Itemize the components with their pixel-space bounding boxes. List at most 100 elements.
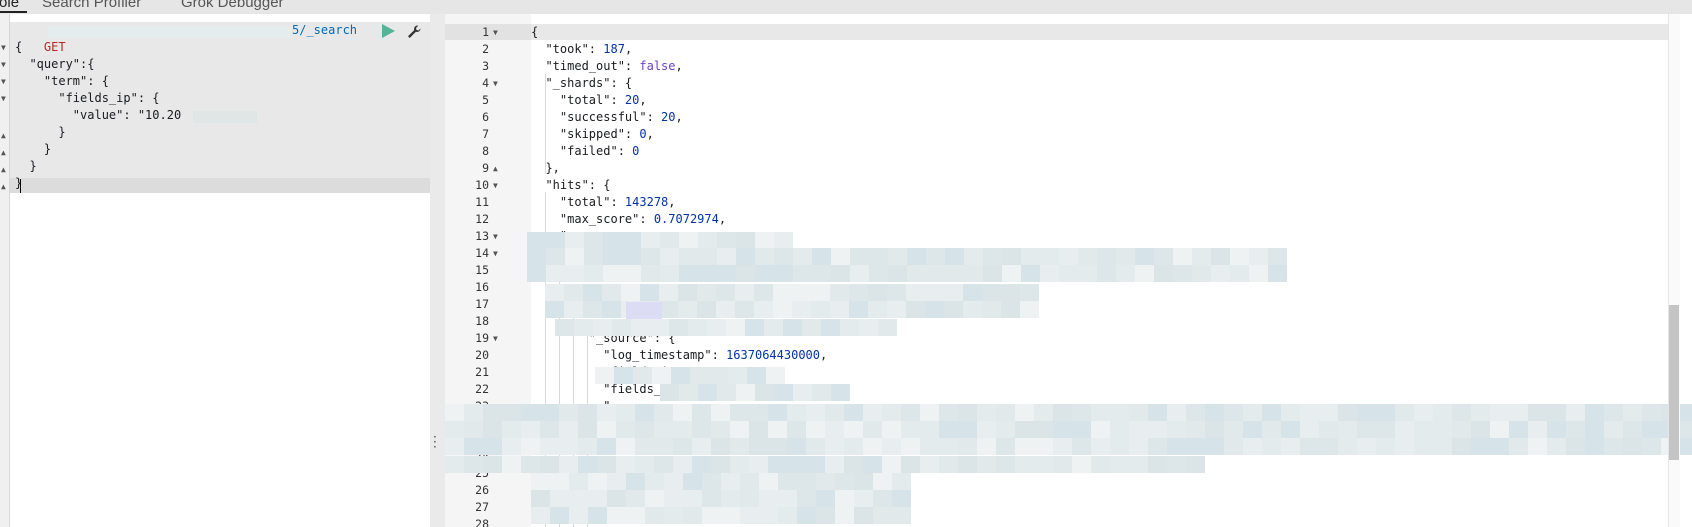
json-punctuation: , [624, 42, 633, 56]
line-number: 3 [482, 59, 489, 73]
request-body-line[interactable]: } [15, 158, 36, 175]
line-number: 16 [475, 280, 489, 294]
line-number: 28 [475, 517, 489, 527]
line-number: 1 [482, 25, 489, 39]
response-line[interactable]: { [531, 24, 538, 41]
fold-toggle-icon[interactable]: ▼ [493, 245, 498, 262]
redacted-host [48, 26, 292, 38]
play-icon[interactable] [381, 24, 395, 38]
response-line-text: "log_timestamp": [531, 348, 727, 362]
response-line[interactable]: "timed_out": false, [531, 58, 683, 75]
fold-toggle-icon[interactable]: ▼ [1, 39, 6, 56]
wrench-icon[interactable] [406, 24, 422, 40]
response-line[interactable]: "log_timestamp": 1637064430000, [531, 347, 827, 364]
response-cursor-line [531, 24, 1669, 40]
request-body-line[interactable]: "value": "10.20 [15, 107, 181, 124]
response-line[interactable]: "_shards": { [531, 75, 632, 92]
line-number: 10 [475, 178, 489, 192]
json-number-value: 187 [603, 42, 625, 56]
line-number: 7 [482, 127, 489, 141]
request-method[interactable]: GET [44, 40, 66, 54]
fold-toggle-icon[interactable]: ▼ [493, 177, 498, 194]
response-line[interactable]: "max_score": 0.7072974, [531, 211, 726, 228]
fold-toggle-icon[interactable]: ▼ [493, 330, 498, 347]
json-punctuation: , [820, 348, 828, 362]
json-punctuation: , [675, 59, 683, 73]
redacted-ip [193, 111, 257, 123]
tab-console[interactable]: Console [0, 0, 19, 11]
response-line[interactable]: "skipped": 0, [531, 126, 654, 143]
json-number-value: 0.7072974 [653, 212, 719, 226]
fold-toggle-icon[interactable]: ▼ [1, 73, 6, 90]
line-number: 18 [475, 314, 489, 328]
json-punctuation: , [675, 110, 683, 124]
resize-grip-icon[interactable]: · · · [433, 431, 437, 453]
fold-toggle-icon[interactable]: ▲ [1, 144, 6, 161]
line-number: 26 [475, 483, 489, 497]
fold-toggle-icon[interactable]: ▲ [1, 161, 6, 178]
active-tab-indicator [0, 11, 27, 13]
line-number: 27 [475, 500, 489, 514]
request-path[interactable]: 5/_search [292, 22, 357, 39]
fold-toggle-icon[interactable]: ▲ [493, 160, 498, 177]
line-number: 15 [475, 263, 489, 277]
request-body-line[interactable]: { [15, 39, 22, 56]
request-editor[interactable]: GET 5/_search ▼ ▼ ▼ ▼ ▲ ▲ ▲ ▲ { "query":… [0, 14, 430, 527]
response-line[interactable]: "total": 20, [531, 92, 647, 109]
line-number: 5 [482, 93, 489, 107]
request-body-line[interactable]: "query":{ [15, 56, 94, 73]
line-number: 8 [482, 144, 489, 158]
tab-search-profiler[interactable]: Search Profiler [42, 0, 141, 11]
json-number-value: 1637064430000 [726, 348, 820, 362]
json-number-value: 0 [639, 127, 647, 141]
json-punctuation: , [668, 195, 676, 209]
request-cursor-line [10, 178, 430, 193]
line-number: 4 [482, 76, 489, 90]
indent-guide [545, 74, 546, 174]
json-punctuation: , [646, 127, 654, 141]
line-number: 14 [475, 246, 489, 260]
fold-toggle-icon[interactable]: ▼ [493, 75, 498, 92]
scrollbar-thumb[interactable] [1669, 305, 1679, 460]
json-boolean-value: false [639, 59, 676, 73]
json-number-value: 20 [661, 110, 676, 124]
line-number: 20 [475, 348, 489, 362]
request-body-line[interactable]: } [15, 124, 65, 141]
fold-toggle-icon[interactable]: ▼ [493, 24, 498, 41]
text-caret [20, 179, 21, 193]
fold-toggle-icon[interactable]: ▲ [1, 127, 6, 144]
response-line[interactable]: "hits": { [531, 177, 610, 194]
json-punctuation: , [639, 93, 647, 107]
fold-toggle-icon[interactable]: ▲ [1, 178, 6, 195]
response-line-text: "max_score": [531, 212, 654, 226]
line-number: 6 [482, 110, 489, 124]
request-body-line[interactable]: } [15, 175, 22, 192]
line-number: 9 [482, 161, 489, 175]
request-body-line[interactable]: } [15, 141, 51, 158]
tab-grok-debugger[interactable]: Grok Debugger [181, 0, 284, 11]
line-number: 19 [475, 331, 489, 345]
json-number-value: 143278 [624, 195, 669, 209]
response-line[interactable]: "successful": 20, [531, 109, 683, 126]
response-line-text: "skipped": [531, 127, 640, 141]
response-line-text: "_shards": { [531, 76, 633, 90]
response-line-text: { [531, 25, 539, 39]
line-number: 11 [475, 195, 489, 209]
request-body-line[interactable]: "term": { [15, 73, 109, 90]
json-punctuation: , [718, 212, 727, 226]
response-viewer[interactable]: 1 ▼{2 "took": 187, 3 "timed_out": false, 4 ▼… [445, 14, 1692, 527]
response-line[interactable]: "took": 187, [531, 41, 632, 58]
fold-toggle-icon[interactable]: ▼ [1, 56, 6, 73]
response-line[interactable]: "total": 143278, [531, 194, 676, 211]
fold-toggle-icon[interactable]: ▼ [493, 228, 498, 245]
fold-toggle-icon[interactable]: ▼ [1, 90, 6, 107]
json-number-value: 20 [624, 93, 640, 107]
response-line[interactable]: "failed": 0 [531, 143, 640, 160]
line-number: 12 [475, 212, 489, 226]
tab-bar: Console Search Profiler Grok Debugger [0, 0, 1692, 14]
response-line-text: "took": [531, 42, 604, 56]
json-number-value: 0 [632, 144, 640, 158]
response-line-text: "hits": { [531, 178, 611, 192]
line-number: 17 [475, 297, 489, 311]
request-body-line[interactable]: "fields_ip": { [15, 90, 159, 107]
